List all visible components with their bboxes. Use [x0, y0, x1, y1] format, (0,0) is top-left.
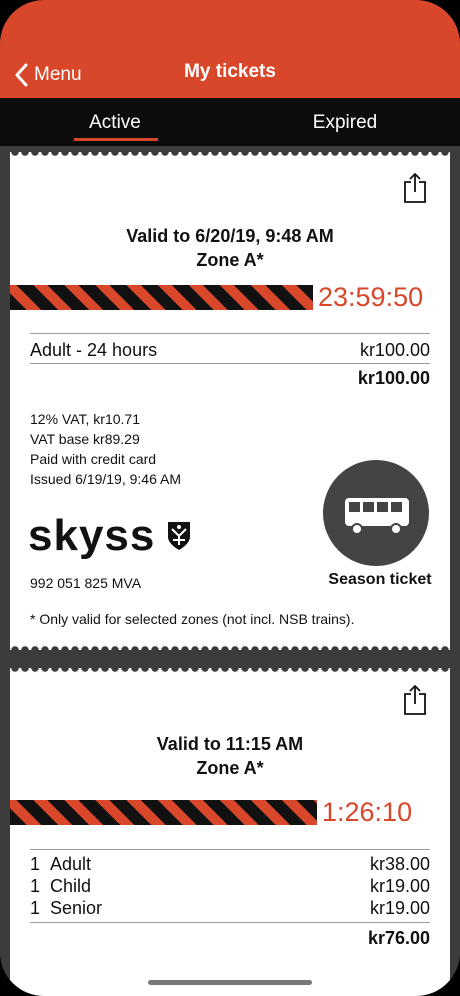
home-indicator[interactable] [148, 980, 312, 985]
item-price: kr100.00 [359, 340, 430, 360]
skyss-logo: skyss [28, 514, 191, 558]
line-item: 1 Child kr19.00 [30, 875, 430, 897]
item-quantity: 1 [30, 876, 41, 896]
tab-bar: Active Expired [0, 98, 460, 146]
org-number: 992 051 825 MVA [30, 575, 142, 591]
item-price: kr19.00 [369, 898, 430, 918]
tab-active-label: Active [89, 112, 141, 133]
share-icon[interactable] [402, 684, 428, 716]
validity-stripe [10, 285, 313, 310]
item-quantity: 1 [30, 854, 41, 874]
ticket-type-label: Season ticket [328, 571, 432, 588]
issued-line: Issued 6/19/19, 9:46 AM [30, 471, 181, 487]
item-label: Adult [50, 854, 92, 874]
item-quantity: 1 [30, 898, 41, 918]
zone-label: Zone A* [196, 758, 264, 778]
ticket-total: kr100.00 [357, 368, 430, 388]
bus-icon [345, 498, 409, 535]
divider [30, 922, 430, 923]
ticket-card: Valid to 6/20/19, 9:48 AM Zone A* 23:59:… [10, 152, 450, 650]
line-item: 1 Adult kr38.00 [30, 853, 430, 875]
valid-until: Valid to 11:15 AM [156, 734, 304, 754]
payment-method-line: Paid with credit card [30, 451, 157, 467]
zone-label: Zone A* [196, 250, 264, 270]
top-bar: Menu My tickets [0, 0, 460, 98]
payment-details: 12% VAT, kr10.71 VAT base kr89.29 Paid w… [30, 409, 181, 489]
ticket-card: Valid to 11:15 AM Zone A* 1:26:10 1 Adult… [10, 668, 450, 996]
tab-expired[interactable]: Expired [230, 98, 460, 146]
tab-active[interactable]: Active [0, 98, 230, 146]
shield-crest-icon [168, 522, 191, 550]
item-label: Adult - 24 hours [30, 340, 158, 360]
tab-selected-indicator [74, 138, 158, 141]
countdown-timer: 1:26:10 [322, 797, 413, 827]
item-label: Senior [50, 898, 103, 918]
page-title: My tickets [184, 61, 276, 82]
item-label: Child [50, 876, 92, 896]
line-item: Adult - 24 hours kr100.00 [30, 339, 430, 361]
line-item: 1 Senior kr19.00 [30, 897, 430, 919]
validity-stripe [10, 800, 317, 825]
item-price: kr19.00 [369, 876, 430, 896]
countdown-timer: 23:59:50 [318, 282, 424, 312]
share-icon[interactable] [402, 172, 428, 204]
tab-expired-label: Expired [312, 112, 378, 133]
zone-footnote: * Only valid for selected zones (not inc… [30, 611, 355, 627]
item-price: kr38.00 [369, 854, 430, 874]
vat-line: 12% VAT, kr10.71 [30, 411, 140, 427]
ticket-total: kr76.00 [367, 928, 430, 948]
divider [30, 849, 430, 850]
ticket-type-badge [323, 460, 429, 566]
valid-until: Valid to 6/20/19, 9:48 AM [126, 226, 334, 246]
app-screen: Menu My tickets Active Expired Valid to … [0, 0, 460, 996]
brand-wordmark: skyss [28, 511, 156, 560]
ticket-list[interactable]: Valid to 6/20/19, 9:48 AM Zone A* 23:59:… [0, 146, 460, 996]
vat-base-line: VAT base kr89.29 [30, 431, 140, 447]
divider [30, 333, 430, 334]
divider [30, 363, 430, 364]
